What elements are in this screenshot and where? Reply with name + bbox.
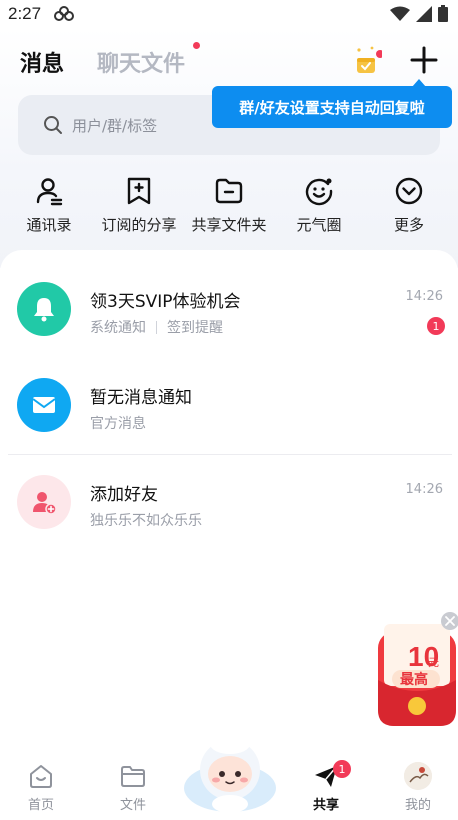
promo-close-button[interactable] <box>441 612 458 630</box>
header: 消息 聊天文件 <box>0 40 458 84</box>
message-sub-category: 官方消息 <box>90 416 146 432</box>
list-item-svip[interactable]: 领3天SVIP体验机会 系统通知 签到提醒 14:26 1 <box>0 270 458 350</box>
nav-home[interactable]: 首页 <box>11 762 71 813</box>
nav-label: 首页 <box>27 798 54 813</box>
circle-icon <box>305 178 333 206</box>
message-sub-category: 独乐乐不如众乐乐 <box>90 513 202 529</box>
nav-label: 我的 <box>404 798 431 813</box>
shortcut-label: 订阅的分享 <box>101 216 177 234</box>
message-title: 添加好友 <box>90 485 158 505</box>
message-subtitle: 独乐乐不如众乐乐 <box>90 510 202 530</box>
message-time: 14:26 <box>405 482 443 497</box>
avatar-icon <box>404 762 432 790</box>
message-sub-category: 系统通知 <box>90 320 146 336</box>
divider <box>8 454 452 455</box>
tab-chat-files[interactable]: 聊天文件 <box>97 46 185 78</box>
avatar <box>17 475 71 529</box>
message-subtitle: 官方消息 <box>90 413 146 433</box>
bell-icon <box>34 298 54 322</box>
promo-unit: 元 <box>428 656 439 669</box>
status-bar: 2:27 <box>0 0 458 28</box>
shortcut-label: 更多 <box>393 216 424 234</box>
unread-badge: 1 <box>427 317 445 335</box>
shared-folder-icon <box>215 178 243 204</box>
shortcut-subscribed-shares[interactable]: 订阅的分享 <box>94 176 184 242</box>
search-icon <box>44 116 62 134</box>
list-item-add-friend[interactable]: 添加好友 独乐乐不如众乐乐 14:26 <box>0 463 458 543</box>
nav-label: 文件 <box>119 798 146 813</box>
nav-label: 共享 <box>312 798 339 813</box>
shortcut-bar: 通讯录 订阅的分享 共享文件夹 元气圈 更多 <box>0 176 458 242</box>
signal-icon <box>416 5 432 22</box>
avatar <box>17 282 71 336</box>
shortcut-contacts[interactable]: 通讯录 <box>4 176 94 242</box>
tooltip-text: 群/好友设置支持自动回复啦 <box>239 98 425 117</box>
shortcut-label: 通讯录 <box>26 216 72 234</box>
close-icon <box>445 616 455 626</box>
search-placeholder: 用户/群/标签 <box>72 116 158 135</box>
message-time: 14:26 <box>405 289 443 304</box>
list-item-official[interactable]: 暂无消息通知 官方消息 <box>0 366 458 446</box>
auto-reply-tooltip[interactable]: 群/好友设置支持自动回复啦 <box>212 79 452 128</box>
shortcut-label: 共享文件夹 <box>191 216 267 234</box>
mail-icon <box>32 397 56 413</box>
promo-label: 最高 <box>400 671 428 688</box>
nav-badge: 1 <box>333 760 351 778</box>
wifi-icon <box>390 6 410 21</box>
nav-share[interactable]: 共享 1 <box>296 760 356 813</box>
message-title: 领3天SVIP体验机会 <box>90 292 241 312</box>
subscribe-icon <box>127 177 151 205</box>
status-time: 2:27 <box>8 4 42 23</box>
avatar <box>17 378 71 432</box>
cloud-sync-icon <box>54 6 75 21</box>
contacts-icon <box>36 178 63 206</box>
home-icon <box>30 765 52 788</box>
more-icon <box>395 177 423 205</box>
mascot-button[interactable] <box>182 732 278 814</box>
message-sub-detail: 签到提醒 <box>167 320 223 336</box>
tab-chat-files-dot <box>193 42 200 49</box>
sub-separator <box>156 320 157 334</box>
add-friend-icon <box>33 492 57 515</box>
message-title: 暂无消息通知 <box>90 388 192 408</box>
add-plus-button[interactable] <box>408 44 440 76</box>
folder-icon <box>121 766 145 787</box>
shortcut-label: 元气圈 <box>296 216 342 234</box>
message-subtitle: 系统通知 签到提醒 <box>90 317 223 337</box>
calendar-check-icon[interactable] <box>354 44 382 76</box>
tab-messages[interactable]: 消息 <box>20 46 64 78</box>
shortcut-yuanqi-circle[interactable]: 元气圈 <box>274 176 364 242</box>
shortcut-more[interactable]: 更多 <box>364 176 454 242</box>
nav-profile[interactable]: 我的 <box>388 762 448 813</box>
battery-icon <box>438 5 448 22</box>
shortcut-shared-folder[interactable]: 共享文件夹 <box>184 176 274 242</box>
nav-files[interactable]: 文件 <box>103 762 163 813</box>
